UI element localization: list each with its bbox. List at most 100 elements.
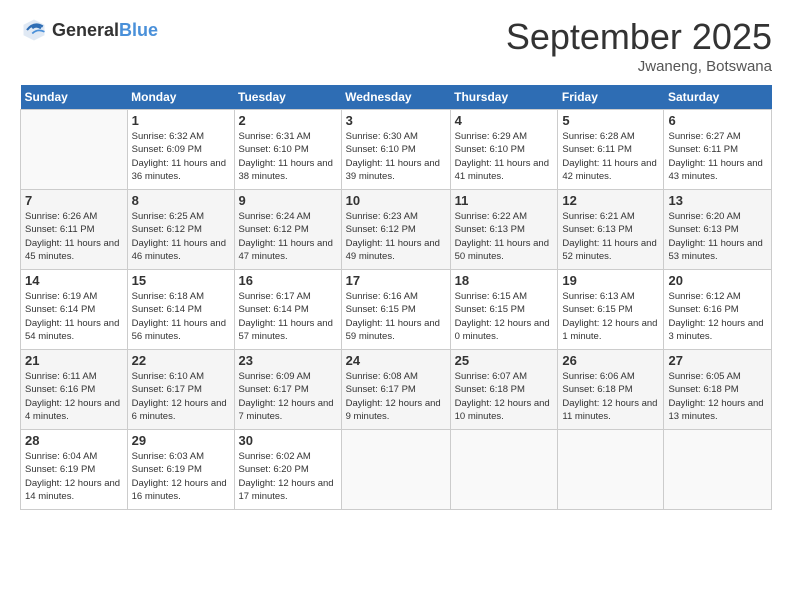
day-number: 18	[455, 273, 554, 288]
day-info: Sunrise: 6:11 AMSunset: 6:16 PMDaylight:…	[25, 370, 123, 423]
calendar-cell: 19 Sunrise: 6:13 AMSunset: 6:15 PMDayligh…	[558, 270, 664, 350]
day-info: Sunrise: 6:03 AMSunset: 6:19 PMDaylight:…	[132, 450, 230, 503]
day-number: 5	[562, 113, 659, 128]
calendar-cell: 14 Sunrise: 6:19 AMSunset: 6:14 PMDayligh…	[21, 270, 128, 350]
col-header-monday: Monday	[127, 85, 234, 110]
calendar-cell: 15Sunrise: 6:18 AMSunset: 6:14 PMDayligh…	[127, 270, 234, 350]
page: GeneralBlue September 2025 Jwaneng, Bots…	[0, 0, 792, 612]
day-info: Sunrise: 6:18 AMSunset: 6:14 PMDaylight:…	[132, 290, 230, 343]
day-info: Sunrise: 6:25 AMSunset: 6:12 PMDaylight:…	[132, 210, 230, 263]
calendar-cell: 23Sunrise: 6:09 AMSunset: 6:17 PMDayligh…	[234, 350, 341, 430]
day-number: 9	[239, 193, 337, 208]
day-number: 13	[668, 193, 767, 208]
day-info: Sunrise: 6:21 AMSunset: 6:13 PMDaylight:…	[562, 210, 659, 263]
day-number: 3	[346, 113, 446, 128]
calendar-cell: 25Sunrise: 6:07 AMSunset: 6:18 PMDayligh…	[450, 350, 558, 430]
col-header-friday: Friday	[558, 85, 664, 110]
day-info: Sunrise: 6:29 AMSunset: 6:10 PMDaylight:…	[455, 130, 554, 183]
day-info: Sunrise: 6:06 AMSunset: 6:18 PMDaylight:…	[562, 370, 659, 423]
logo-general: General	[52, 20, 119, 40]
day-info: Sunrise: 6:08 AMSunset: 6:17 PMDaylight:…	[346, 370, 446, 423]
col-header-tuesday: Tuesday	[234, 85, 341, 110]
day-number: 25	[455, 353, 554, 368]
header: GeneralBlue September 2025 Jwaneng, Bots…	[20, 16, 772, 75]
calendar-cell: 6 Sunrise: 6:27 AMSunset: 6:11 PMDaylight…	[664, 110, 772, 190]
month-title: September 2025	[506, 16, 772, 58]
calendar-cell: 11 Sunrise: 6:22 AMSunset: 6:13 PMDayligh…	[450, 190, 558, 270]
calendar-cell: 1 Sunrise: 6:32 AMSunset: 6:09 PMDaylight…	[127, 110, 234, 190]
day-info: Sunrise: 6:16 AMSunset: 6:15 PMDaylight:…	[346, 290, 446, 343]
day-info: Sunrise: 6:13 AMSunset: 6:15 PMDaylight:…	[562, 290, 659, 343]
day-number: 7	[25, 193, 123, 208]
day-number: 8	[132, 193, 230, 208]
day-info: Sunrise: 6:15 AMSunset: 6:15 PMDaylight:…	[455, 290, 554, 343]
day-number: 22	[132, 353, 230, 368]
title-block: September 2025 Jwaneng, Botswana	[506, 16, 772, 75]
day-info: Sunrise: 6:24 AMSunset: 6:12 PMDaylight:…	[239, 210, 337, 263]
calendar-cell	[341, 430, 450, 510]
calendar-week-4: 28 Sunrise: 6:04 AMSunset: 6:19 PMDayligh…	[21, 430, 772, 510]
calendar-cell: 13Sunrise: 6:20 AMSunset: 6:13 PMDayligh…	[664, 190, 772, 270]
calendar-cell	[558, 430, 664, 510]
day-number: 28	[25, 433, 123, 448]
day-info: Sunrise: 6:31 AMSunset: 6:10 PMDaylight:…	[239, 130, 337, 183]
day-info: Sunrise: 6:10 AMSunset: 6:17 PMDaylight:…	[132, 370, 230, 423]
calendar-cell: 30Sunrise: 6:02 AMSunset: 6:20 PMDayligh…	[234, 430, 341, 510]
calendar-week-0: 1 Sunrise: 6:32 AMSunset: 6:09 PMDaylight…	[21, 110, 772, 190]
calendar-cell	[664, 430, 772, 510]
day-info: Sunrise: 6:19 AMSunset: 6:14 PMDaylight:…	[25, 290, 123, 343]
col-header-wednesday: Wednesday	[341, 85, 450, 110]
calendar-week-1: 7 Sunrise: 6:26 AMSunset: 6:11 PMDaylight…	[21, 190, 772, 270]
calendar-cell: 20Sunrise: 6:12 AMSunset: 6:16 PMDayligh…	[664, 270, 772, 350]
day-number: 14	[25, 273, 123, 288]
calendar-cell: 18 Sunrise: 6:15 AMSunset: 6:15 PMDayligh…	[450, 270, 558, 350]
day-number: 6	[668, 113, 767, 128]
logo-text: GeneralBlue	[52, 20, 158, 41]
calendar-cell: 28 Sunrise: 6:04 AMSunset: 6:19 PMDayligh…	[21, 430, 128, 510]
calendar-cell: 2 Sunrise: 6:31 AMSunset: 6:10 PMDaylight…	[234, 110, 341, 190]
calendar-cell: 12 Sunrise: 6:21 AMSunset: 6:13 PMDayligh…	[558, 190, 664, 270]
calendar-cell: 29 Sunrise: 6:03 AMSunset: 6:19 PMDayligh…	[127, 430, 234, 510]
calendar-cell: 8 Sunrise: 6:25 AMSunset: 6:12 PMDaylight…	[127, 190, 234, 270]
day-info: Sunrise: 6:17 AMSunset: 6:14 PMDaylight:…	[239, 290, 337, 343]
calendar-cell: 26Sunrise: 6:06 AMSunset: 6:18 PMDayligh…	[558, 350, 664, 430]
day-number: 10	[346, 193, 446, 208]
day-info: Sunrise: 6:04 AMSunset: 6:19 PMDaylight:…	[25, 450, 123, 503]
calendar-cell: 3 Sunrise: 6:30 AMSunset: 6:10 PMDaylight…	[341, 110, 450, 190]
day-number: 27	[668, 353, 767, 368]
calendar-cell	[21, 110, 128, 190]
calendar-cell: 16 Sunrise: 6:17 AMSunset: 6:14 PMDayligh…	[234, 270, 341, 350]
day-info: Sunrise: 6:23 AMSunset: 6:12 PMDaylight:…	[346, 210, 446, 263]
day-number: 11	[455, 193, 554, 208]
day-info: Sunrise: 6:30 AMSunset: 6:10 PMDaylight:…	[346, 130, 446, 183]
calendar-cell	[450, 430, 558, 510]
calendar-header-row: SundayMondayTuesdayWednesdayThursdayFrid…	[21, 85, 772, 110]
logo: GeneralBlue	[20, 16, 158, 44]
calendar-week-2: 14 Sunrise: 6:19 AMSunset: 6:14 PMDayligh…	[21, 270, 772, 350]
day-number: 19	[562, 273, 659, 288]
calendar-cell: 7 Sunrise: 6:26 AMSunset: 6:11 PMDaylight…	[21, 190, 128, 270]
day-info: Sunrise: 6:26 AMSunset: 6:11 PMDaylight:…	[25, 210, 123, 263]
calendar-cell: 9 Sunrise: 6:24 AMSunset: 6:12 PMDaylight…	[234, 190, 341, 270]
day-info: Sunrise: 6:22 AMSunset: 6:13 PMDaylight:…	[455, 210, 554, 263]
day-number: 23	[239, 353, 337, 368]
day-number: 29	[132, 433, 230, 448]
calendar-cell: 24Sunrise: 6:08 AMSunset: 6:17 PMDayligh…	[341, 350, 450, 430]
logo-blue: Blue	[119, 20, 158, 40]
day-number: 2	[239, 113, 337, 128]
day-info: Sunrise: 6:28 AMSunset: 6:11 PMDaylight:…	[562, 130, 659, 183]
day-number: 12	[562, 193, 659, 208]
col-header-saturday: Saturday	[664, 85, 772, 110]
day-info: Sunrise: 6:32 AMSunset: 6:09 PMDaylight:…	[132, 130, 230, 183]
day-number: 4	[455, 113, 554, 128]
day-info: Sunrise: 6:05 AMSunset: 6:18 PMDaylight:…	[668, 370, 767, 423]
calendar-cell: 10 Sunrise: 6:23 AMSunset: 6:12 PMDayligh…	[341, 190, 450, 270]
calendar-table: SundayMondayTuesdayWednesdayThursdayFrid…	[20, 85, 772, 510]
day-number: 1	[132, 113, 230, 128]
day-number: 16	[239, 273, 337, 288]
calendar-cell: 17Sunrise: 6:16 AMSunset: 6:15 PMDayligh…	[341, 270, 450, 350]
day-info: Sunrise: 6:27 AMSunset: 6:11 PMDaylight:…	[668, 130, 767, 183]
day-number: 20	[668, 273, 767, 288]
col-header-sunday: Sunday	[21, 85, 128, 110]
calendar-cell: 5 Sunrise: 6:28 AMSunset: 6:11 PMDaylight…	[558, 110, 664, 190]
